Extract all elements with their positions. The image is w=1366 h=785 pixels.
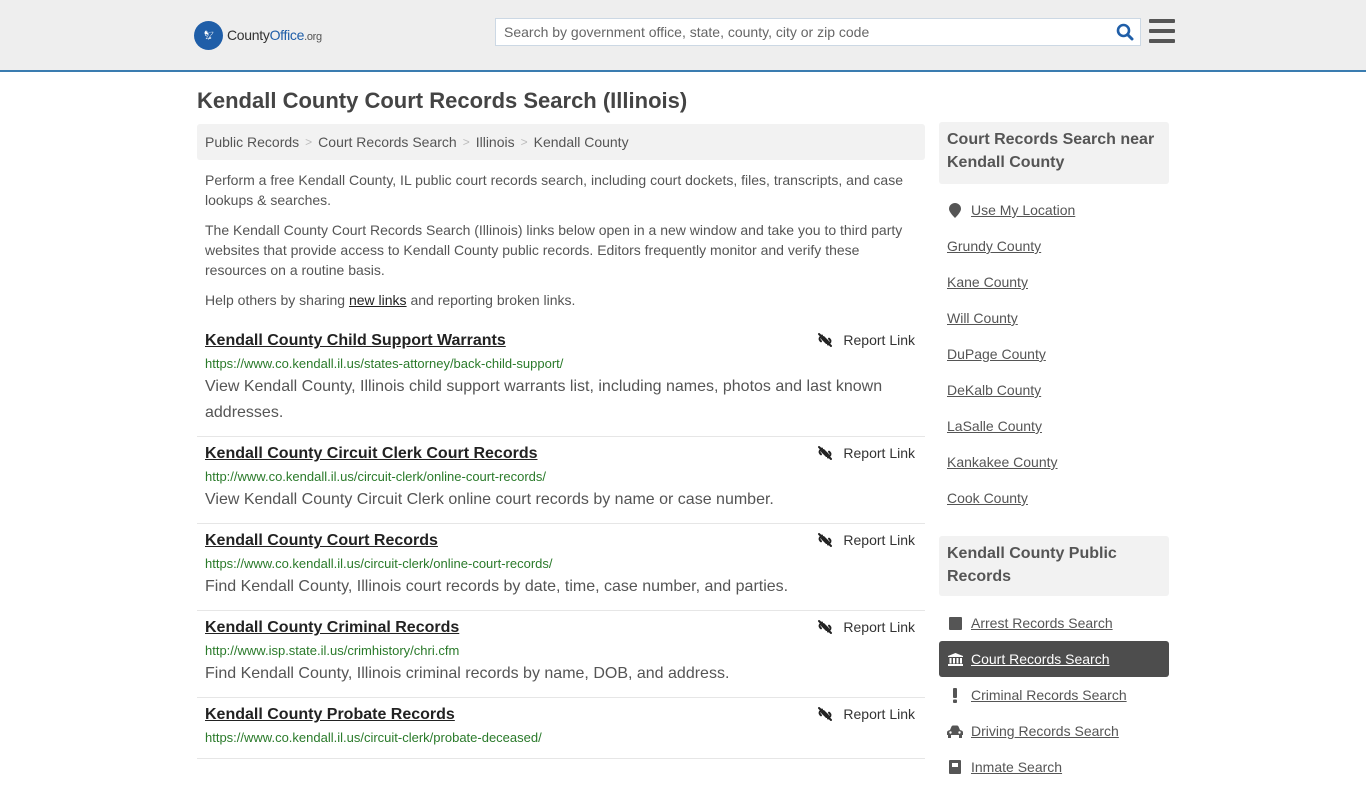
broken-link-icon [817,706,843,722]
nearby-county-item: Kankakee County [939,444,1169,480]
broken-link-icon [817,619,843,635]
nearby-county-item: LaSalle County [939,408,1169,444]
nearby-county-item: Will County [939,300,1169,336]
breadcrumb-separator: > [520,135,528,149]
new-links-link[interactable]: new links [349,292,407,308]
broken-link-icon [817,332,843,348]
broken-link-icon [817,445,843,461]
result-title-link[interactable]: Kendall County Circuit Clerk Court Recor… [205,443,538,465]
nearby-county-link[interactable]: Grundy County [947,238,1041,254]
result-title-link[interactable]: Kendall County Probate Records [205,704,455,726]
result-item: Kendall County Criminal Records Report Li… [197,611,925,698]
report-link-label: Report Link [843,706,915,722]
breadcrumb-kendall-county[interactable]: Kendall County [534,134,629,150]
nearby-county-link[interactable]: Kane County [947,274,1028,290]
result-item: Kendall County Court Records Report Link h… [197,524,925,611]
result-item: Kendall County Circuit Clerk Court Recor… [197,437,925,524]
public-records-item[interactable]: Arrest Records Search [939,605,1169,641]
public-records-item[interactable]: Inmate Search [939,749,1169,785]
use-my-location-link[interactable]: Use My Location [971,202,1075,218]
eagle-logo-icon: 🦅︎ [194,20,223,50]
help-text: Help others by sharing new links and rep… [205,292,576,308]
result-title-link[interactable]: Kendall County Child Support Warrants [205,330,506,352]
nearby-county-item: Cook County [939,480,1169,516]
result-description: View Kendall County, Illinois child supp… [205,378,883,421]
intro-paragraph: The Kendall County Court Records Search … [205,222,903,278]
public-records-link[interactable]: Court Records Search [971,651,1110,667]
result-url[interactable]: https://www.co.kendall.il.us/circuit-cle… [205,554,917,574]
breadcrumb-separator: > [462,135,470,149]
nearby-county-link[interactable]: DeKalb County [947,382,1041,398]
report-link-label: Report Link [843,532,915,548]
result-description: View Kendall County Circuit Clerk online… [205,491,774,508]
public-records-item[interactable]: Court Records Search [939,641,1169,677]
search-input[interactable] [496,19,1110,45]
nearby-county-link[interactable]: Will County [947,310,1018,326]
intro-text: Perform a free Kendall County, IL public… [205,170,917,320]
map-marker-icon [947,202,963,218]
report-link-label: Report Link [843,619,915,635]
menu-bar [1149,29,1175,33]
result-url[interactable]: https://www.co.kendall.il.us/circuit-cle… [205,728,917,748]
result-url[interactable]: http://www.isp.state.il.us/crimhistory/c… [205,641,917,661]
logo-text: CountyOffice.org [227,27,322,43]
breadcrumb-illinois[interactable]: Illinois [476,134,515,150]
site-logo[interactable]: 🦅︎ CountyOffice.org [194,20,322,50]
result-title-link[interactable]: Kendall County Criminal Records [205,617,459,639]
result-url[interactable]: https://www.co.kendall.il.us/states-atto… [205,354,917,374]
menu-bar [1149,39,1175,43]
nearby-county-item: DuPage County [939,336,1169,372]
exclamation-icon [947,687,963,703]
report-link-button[interactable]: Report Link [817,532,915,548]
menu-bar [1149,19,1175,23]
nearby-county-link[interactable]: Cook County [947,490,1028,506]
nearby-county-item: Kane County [939,264,1169,300]
report-link-button[interactable]: Report Link [817,706,915,722]
report-link-label: Report Link [843,445,915,461]
report-link-button[interactable]: Report Link [817,619,915,635]
public-records-item[interactable]: Driving Records Search [939,713,1169,749]
results-list: Kendall County Child Support Warrants Rep… [197,324,925,759]
nearby-county-link[interactable]: Kankakee County [947,454,1058,470]
nearby-county-item: DeKalb County [939,372,1169,408]
breadcrumb: Public Records > Court Records Search > … [197,124,925,160]
result-item: Kendall County Probate Records Report Lin… [197,698,925,759]
result-description: Find Kendall County, Illinois court reco… [205,578,789,595]
nearby-county-link[interactable]: DuPage County [947,346,1046,362]
hamburger-menu-button[interactable] [1149,19,1175,43]
id-card-icon [947,760,963,774]
result-item: Kendall County Child Support Warrants Rep… [197,324,925,437]
public-records-link[interactable]: Criminal Records Search [971,687,1127,703]
square-icon [947,616,963,630]
public-records-list: Arrest Records Search Court Records Searc… [939,605,1169,785]
result-url[interactable]: http://www.co.kendall.il.us/circuit-cler… [205,467,917,487]
page-title: Kendall County Court Records Search (Ill… [197,88,688,113]
breadcrumb-public-records[interactable]: Public Records [205,134,299,150]
courthouse-icon [947,652,963,666]
report-link-button[interactable]: Report Link [817,445,915,461]
result-description: Find Kendall County, Illinois criminal r… [205,665,730,682]
breadcrumb-separator: > [305,135,313,149]
search-button[interactable] [1110,19,1140,45]
car-icon [947,725,963,738]
site-header: 🦅︎ CountyOffice.org [0,0,1366,72]
report-link-label: Report Link [843,332,915,348]
report-link-button[interactable]: Report Link [817,332,915,348]
intro-paragraph: Perform a free Kendall County, IL public… [205,172,903,208]
result-title-link[interactable]: Kendall County Court Records [205,530,438,552]
public-records-link[interactable]: Driving Records Search [971,723,1119,739]
broken-link-icon [817,532,843,548]
nearby-county-link[interactable]: LaSalle County [947,418,1042,434]
search-bar [495,18,1141,46]
nearby-heading: Court Records Search near Kendall County [939,122,1169,184]
public-records-link[interactable]: Inmate Search [971,759,1062,775]
public-records-item[interactable]: Criminal Records Search [939,677,1169,713]
public-records-link[interactable]: Arrest Records Search [971,615,1113,631]
nearby-list: Use My Location Grundy County Kane County… [939,192,1169,516]
breadcrumb-court-records-search[interactable]: Court Records Search [318,134,457,150]
public-records-heading: Kendall County Public Records [939,536,1169,596]
search-icon [1116,23,1134,41]
use-my-location-item: Use My Location [939,192,1169,228]
nearby-county-item: Grundy County [939,228,1169,264]
